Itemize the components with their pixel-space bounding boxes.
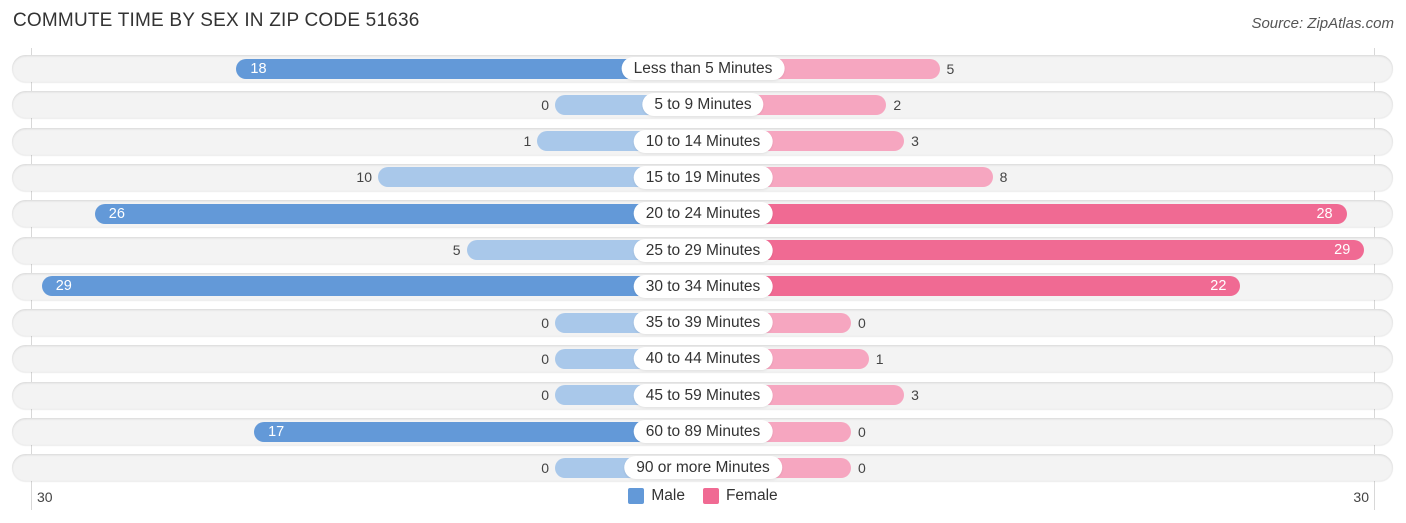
- category-label: Less than 5 Minutes: [621, 57, 785, 80]
- legend: Male Female: [0, 487, 1406, 505]
- legend-swatch-male: [628, 488, 645, 504]
- category-label: 35 to 39 Minutes: [633, 311, 773, 335]
- category-label: 40 to 44 Minutes: [633, 347, 773, 371]
- category-label: 15 to 19 Minutes: [633, 165, 773, 189]
- category-label: 5 to 9 Minutes: [642, 93, 764, 117]
- value-label-male: 29: [55, 278, 72, 295]
- value-label-female: 5: [946, 60, 955, 77]
- legend-label-female: Female: [725, 487, 778, 504]
- value-label-male: 0: [541, 96, 549, 113]
- chart-title: COMMUTE TIME BY SEX IN ZIP CODE 51636: [13, 10, 420, 31]
- value-label-female: 3: [911, 387, 919, 404]
- bar-male[interactable]: [41, 276, 703, 297]
- value-label-male: 17: [268, 423, 285, 440]
- category-label: 10 to 14 Minutes: [633, 129, 773, 153]
- category-label: 25 to 29 Minutes: [633, 238, 773, 262]
- value-label-male: 0: [541, 459, 549, 476]
- value-label-female: 22: [1210, 278, 1227, 295]
- value-label-male: 5: [452, 242, 461, 258]
- bar-female[interactable]: [703, 240, 1365, 260]
- legend-label-male: Male: [651, 487, 685, 504]
- value-label-female: 0: [858, 423, 866, 440]
- value-label-male: 0: [541, 387, 549, 404]
- value-label-male: 1: [523, 133, 532, 150]
- category-label: 90 or more Minutes: [624, 456, 782, 480]
- value-label-male: 0: [541, 350, 549, 367]
- value-label-female: 0: [858, 314, 866, 331]
- source-label: Source: ZipAtlas.com: [1251, 15, 1394, 32]
- legend-item-female: Female: [702, 487, 778, 505]
- bar-female[interactable]: [703, 203, 1347, 224]
- value-label-male: 0: [541, 314, 549, 331]
- bar-female[interactable]: [703, 276, 1241, 297]
- bar-male[interactable]: [94, 203, 703, 224]
- category-label: 20 to 24 Minutes: [633, 202, 773, 226]
- value-label-male: 10: [356, 169, 372, 186]
- legend-item-male: Male: [628, 487, 685, 505]
- value-label-male: 26: [108, 205, 125, 222]
- value-label-female: 1: [875, 350, 884, 367]
- legend-swatch-female: [702, 488, 719, 504]
- category-label: 30 to 34 Minutes: [633, 274, 773, 298]
- category-label: 45 to 59 Minutes: [633, 383, 773, 407]
- value-label-female: 3: [911, 133, 919, 150]
- value-label-female: 0: [858, 459, 866, 476]
- value-label-male: 18: [250, 60, 267, 77]
- category-label: 60 to 89 Minutes: [633, 420, 773, 443]
- value-label-female: 2: [893, 96, 902, 113]
- value-label-female: 28: [1316, 205, 1333, 222]
- value-label-female: 29: [1334, 242, 1351, 258]
- value-label-female: 8: [999, 169, 1008, 186]
